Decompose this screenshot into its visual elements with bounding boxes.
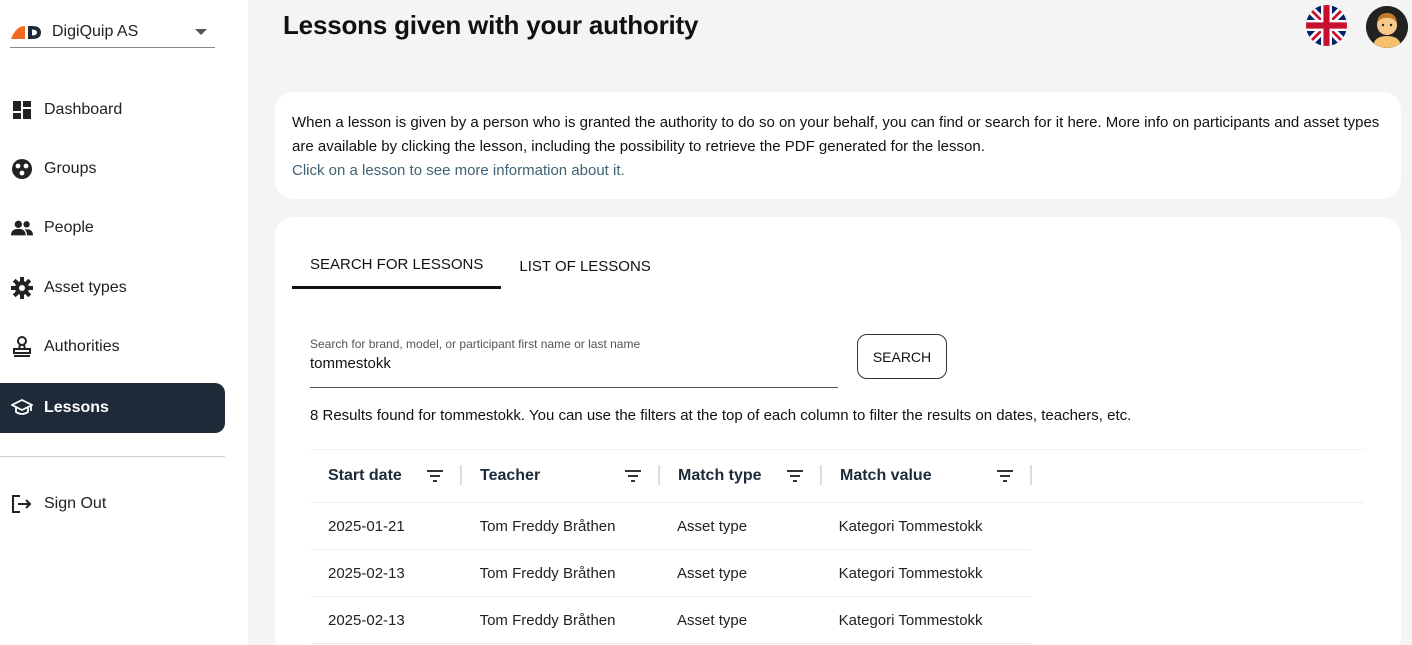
cell-teacher: Tom Freddy Bråthen [479,564,616,582]
tab-search-for-lessons[interactable]: SEARCH FOR LESSONS [292,243,502,289]
cell-match-type: Asset type [677,517,748,535]
cell-teacher: Tom Freddy Bråthen [479,611,616,629]
filter-icon[interactable] [997,469,1013,482]
sidebar-item-label: Lessons [44,399,109,416]
search-label: Search for brand, model, or participant … [310,337,641,351]
info-card: When a lesson is given by a person who i… [275,92,1401,199]
search-field: Search for brand, model, or participant … [310,333,838,388]
results-summary: 8 Results found for tommestokk. You can … [310,407,1132,424]
search-button[interactable]: SEARCH [857,334,947,379]
sidebar-item-people[interactable]: People [0,203,225,253]
lessons-card: SEARCH FOR LESSONS LIST OF LESSONS Searc… [275,217,1401,645]
filter-icon[interactable] [427,469,443,482]
column-header-match-value[interactable]: Match value [822,449,1032,503]
cell-match-value: Kategori Tommestokk [838,517,983,535]
cell-match-type: Asset type [677,611,748,629]
column-label: Start date [328,467,402,484]
sidebar-item-label: Asset types [44,279,127,296]
column-separator[interactable] [1030,465,1032,485]
column-header-start-date[interactable]: Start date [310,449,462,503]
sidebar-item-label: People [44,219,94,236]
sign-out-icon [11,493,33,515]
chevron-down-icon[interactable] [195,28,207,35]
cell-match-value: Kategori Tommestokk [838,611,983,629]
sidebar-item-dashboard[interactable]: Dashboard [0,85,225,135]
cell-start-date: 2025-02-13 [328,564,405,582]
org-selector[interactable]: DigiQuip AS [10,16,215,48]
stamp-icon [11,336,33,358]
sidebar-item-asset-types[interactable]: Asset types [0,263,225,313]
sidebar-item-groups[interactable]: Groups [0,144,225,194]
tab-list-of-lessons[interactable]: LIST OF LESSONS [501,243,668,289]
nav-divider [0,456,225,457]
table-row[interactable]: 2025-02-13 Tom Freddy Bråthen Asset type… [310,550,1030,597]
sidebar-item-authorities[interactable]: Authorities [0,322,225,372]
groups-icon [11,158,33,180]
filter-icon[interactable] [625,469,641,482]
cell-teacher: Tom Freddy Bråthen [479,517,616,535]
dashboard-icon [11,99,33,121]
sidebar-item-lessons[interactable]: Lessons [0,383,225,433]
sign-out-label: Sign Out [44,495,107,512]
cell-match-value: Kategori Tommestokk [838,564,983,582]
lessons-table: Start date Teacher Match type Match valu… [310,449,1364,644]
digiquip-logo [10,22,42,42]
table-row[interactable]: 2025-01-21 Tom Freddy Bråthen Asset type… [310,503,1030,550]
cell-match-type: Asset type [677,564,748,582]
column-header-teacher[interactable]: Teacher [462,449,660,503]
column-label: Teacher [480,467,541,484]
cell-start-date: 2025-02-13 [328,611,405,629]
cell-start-date: 2025-01-21 [328,517,405,535]
info-text: When a lesson is given by a person who i… [292,114,1380,155]
sign-out-button[interactable]: Sign Out [0,479,225,529]
column-header-match-type[interactable]: Match type [660,449,822,503]
table-row[interactable]: 2025-02-13 Tom Freddy Bråthen Asset type… [310,597,1030,644]
table-header: Start date Teacher Match type Match valu… [310,449,1364,503]
tab-bar: SEARCH FOR LESSONS LIST OF LESSONS [292,243,669,289]
people-icon [11,217,33,239]
sidebar: DigiQuip AS Dashboard Groups People Asse… [0,0,248,645]
page-title: Lessons given with your authority [283,10,699,40]
column-label: Match value [840,467,932,484]
org-name: DigiQuip AS [52,22,139,40]
sidebar-item-label: Authorities [44,338,120,355]
school-icon [11,397,33,419]
column-label: Match type [678,467,762,484]
info-hint: Click on a lesson to see more informatio… [292,162,625,179]
gear-icon [11,277,33,299]
sidebar-item-label: Groups [44,160,97,177]
search-input[interactable] [310,355,830,372]
uk-flag-icon[interactable] [1306,5,1347,46]
filter-icon[interactable] [787,469,803,482]
avatar[interactable] [1366,6,1408,48]
sidebar-item-label: Dashboard [44,101,123,118]
